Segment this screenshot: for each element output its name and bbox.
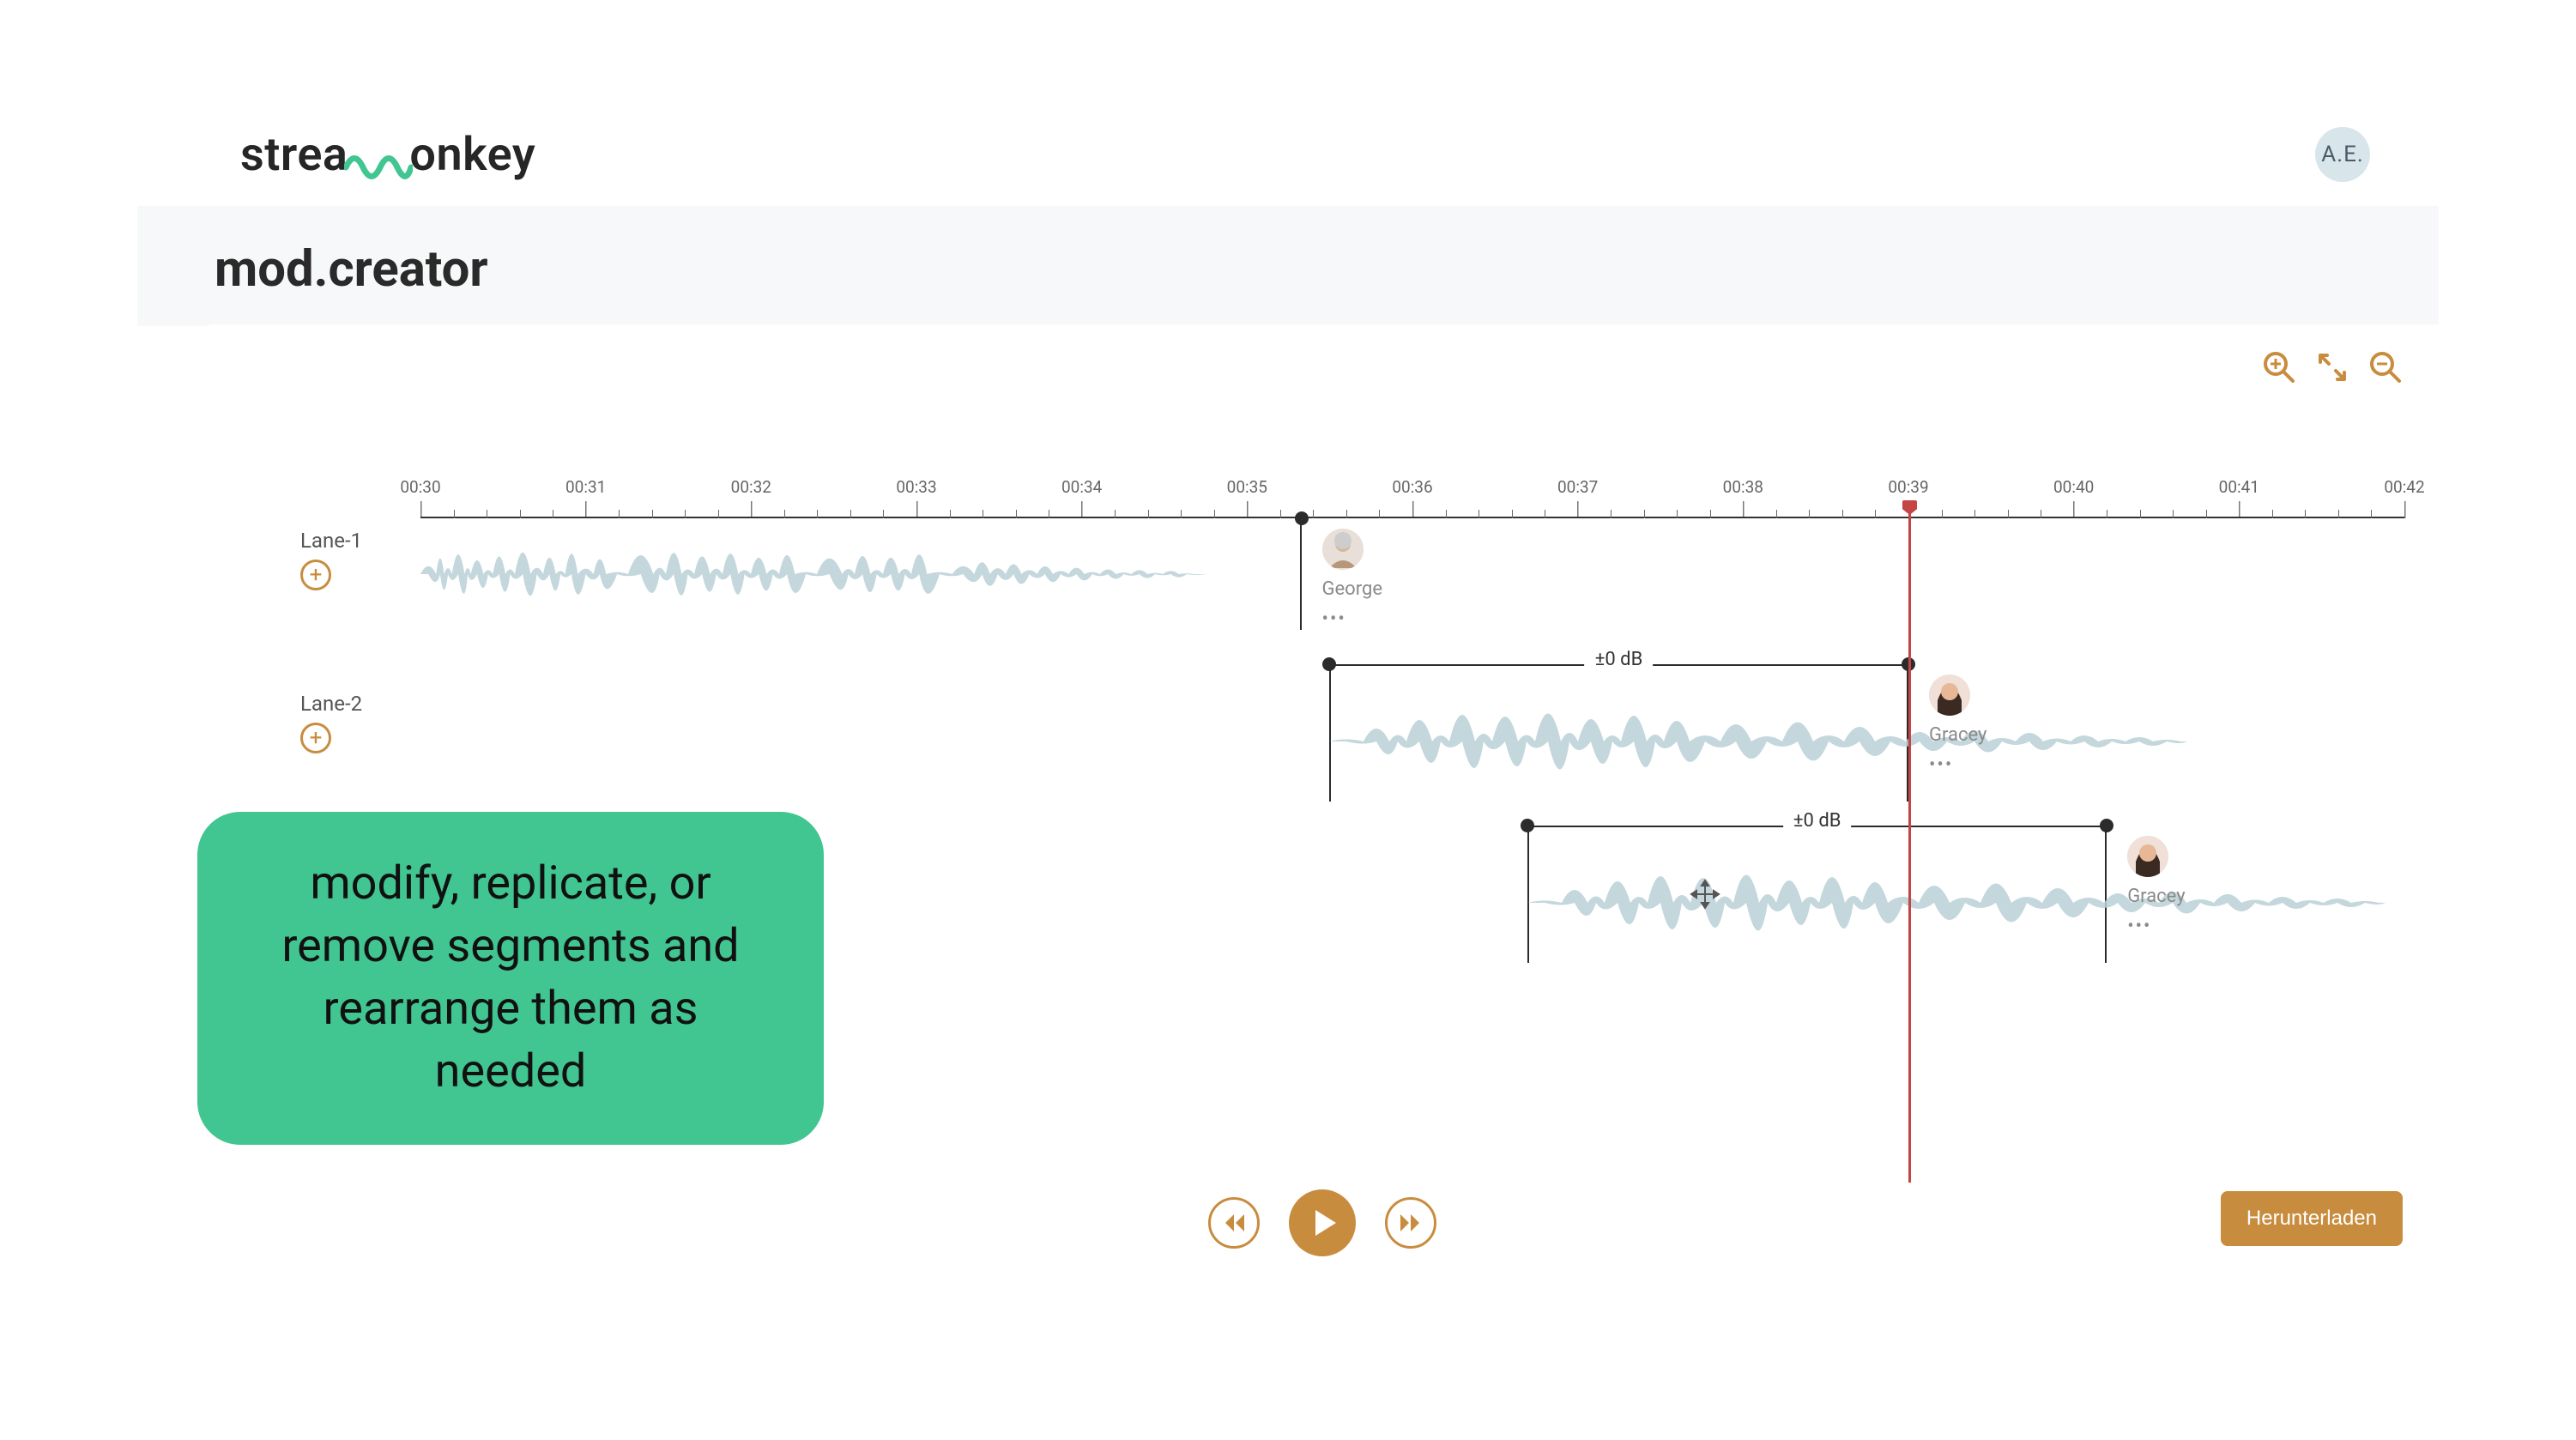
ruler-tick: 00:30 (400, 477, 440, 497)
playhead[interactable] (1908, 503, 1911, 1183)
ruler-tick: 00:36 (1392, 477, 1432, 497)
logo-text-prefix: strea (240, 128, 348, 182)
zoom-out-icon[interactable] (2367, 348, 2404, 386)
page-title: mod.creator (137, 206, 2439, 326)
ruler-tick: 00:37 (1557, 477, 1598, 497)
speaker-name: Gracey (2127, 886, 2185, 907)
clip-menu-icon[interactable]: ••• (1322, 608, 1346, 630)
ruler-tick: 00:40 (2053, 477, 2094, 497)
audio-clip-2[interactable]: ±0 dB Gracey ••• (1329, 664, 1908, 802)
move-cursor-icon (1690, 879, 1720, 910)
logo-text-suffix: onkey (409, 128, 535, 182)
speaker-avatar (1929, 675, 1970, 716)
play-button[interactable] (1289, 1189, 1356, 1256)
lane-2-add-button[interactable]: + (300, 723, 331, 753)
lane-2-label: Lane-2 (300, 692, 362, 716)
ruler-tick: 00:32 (731, 477, 771, 497)
gain-label: ±0 dB (1783, 810, 1852, 832)
ruler-tick: 00:33 (896, 477, 936, 497)
ruler-tick: 00:35 (1227, 477, 1267, 497)
user-initials: A.E. (2321, 142, 2363, 167)
app-logo: strea onkey (240, 128, 535, 182)
ruler-tick: 00:41 (2219, 477, 2259, 497)
ruler-tick: 00:34 (1061, 477, 1102, 497)
ruler-tick: 00:42 (2384, 477, 2424, 497)
transport-controls (1208, 1189, 1436, 1256)
forward-button[interactable] (1385, 1197, 1436, 1249)
help-callout: modify, replicate, or remove segments an… (197, 812, 824, 1145)
gain-label: ±0 dB (1585, 649, 1654, 670)
audio-clip-1[interactable]: George ••• (420, 518, 1302, 630)
ruler-tick: 00:38 (1723, 477, 1763, 497)
lane-1-add-button[interactable]: + (300, 560, 331, 590)
rewind-button[interactable] (1208, 1197, 1260, 1249)
speaker-avatar (2127, 836, 2168, 877)
audio-clip-3[interactable]: ±0 dB Gracey ••• (1527, 826, 2107, 963)
zoom-fit-icon[interactable] (2313, 348, 2351, 386)
lane-1-label: Lane-1 (300, 529, 362, 553)
time-ruler[interactable]: 00:3000:3100:3200:3300:3400:3500:3600:37… (420, 477, 2404, 518)
logo-wave-icon (344, 140, 413, 169)
ruler-tick: 00:39 (1888, 477, 1928, 497)
speaker-avatar (1322, 529, 1364, 570)
zoom-in-icon[interactable] (2260, 348, 2298, 386)
download-button[interactable]: Herunterladen (2221, 1191, 2403, 1246)
clip-menu-icon[interactable]: ••• (2127, 916, 2151, 937)
user-avatar[interactable]: A.E. (2315, 127, 2370, 182)
clip-menu-icon[interactable]: ••• (1929, 754, 1953, 776)
speaker-name: Gracey (1929, 724, 1986, 746)
ruler-tick: 00:31 (565, 477, 606, 497)
speaker-name: George (1322, 578, 1382, 600)
